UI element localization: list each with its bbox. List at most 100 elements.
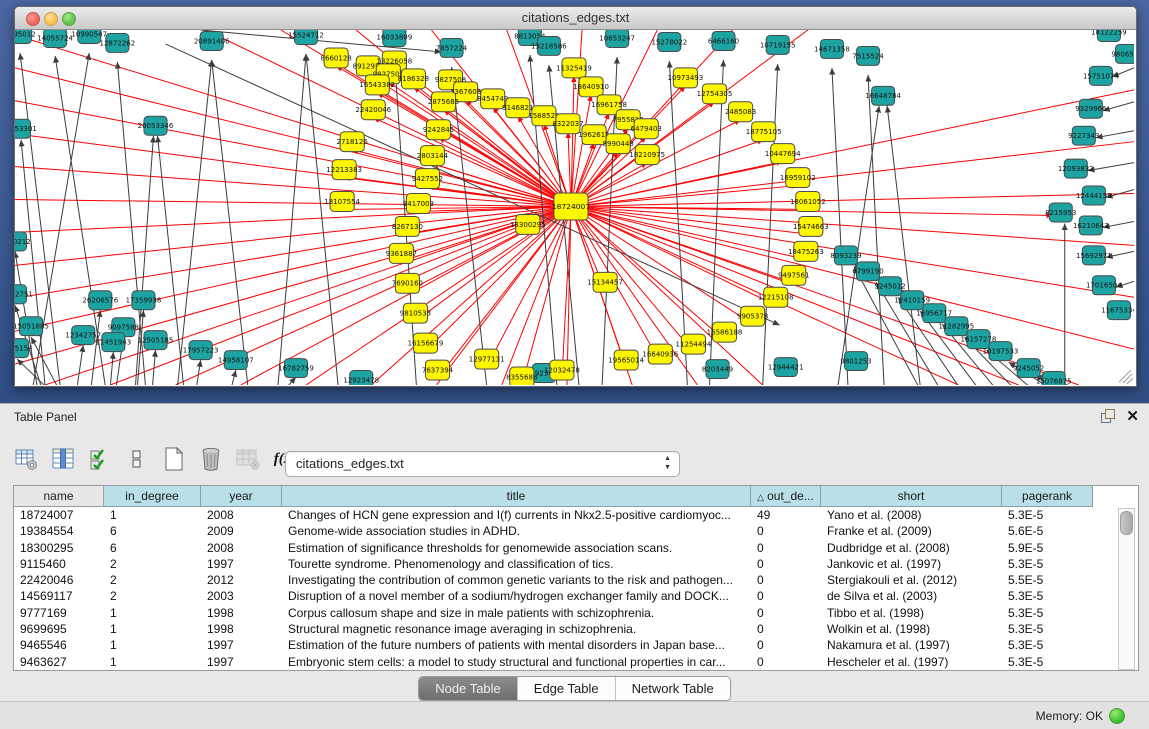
table-row[interactable]: 1938455462009Genome-wide association stu… (14, 523, 1138, 539)
graph-node[interactable]: 18061052 (790, 192, 826, 212)
cell-title[interactable]: Genome-wide association studies in ADHD. (282, 523, 751, 539)
show-columns-icon[interactable] (49, 445, 77, 473)
cell-pagerank[interactable]: 5.3E-5 (1002, 605, 1093, 621)
cell-short[interactable]: Yano et al. (2008) (821, 507, 1002, 523)
edge[interactable] (1103, 102, 1134, 111)
graph-node[interactable]: 2875685 (428, 92, 459, 112)
edge[interactable] (401, 207, 571, 262)
cell-pagerank[interactable]: 5.9E-5 (1002, 540, 1093, 556)
graph-node[interactable]: 26206576 (82, 291, 118, 310)
graph-node[interactable]: 14055724 (37, 30, 73, 47)
graph-node[interactable]: 9227343 (1068, 126, 1099, 145)
tab-edge-table[interactable]: Edge Table (518, 677, 616, 700)
row-height-icon[interactable] (123, 445, 151, 473)
table-row[interactable]: 969969511998Structural magnetic resonanc… (14, 621, 1138, 637)
cell-out_de[interactable]: 0 (751, 588, 821, 604)
table-scrollbar[interactable] (1118, 508, 1135, 670)
cell-in_degree[interactable]: 6 (104, 523, 201, 539)
graph-node[interactable]: 17016504 (1086, 276, 1122, 295)
graph-node[interactable]: 12977131 (469, 349, 505, 369)
graph-node[interactable]: 10653247 (599, 30, 635, 47)
resize-grip-icon[interactable] (1119, 370, 1133, 384)
cell-in_degree[interactable]: 1 (104, 654, 201, 670)
graph-node[interactable]: 8093239 (830, 246, 861, 265)
cell-out_de[interactable]: 0 (751, 605, 821, 621)
cell-out_de[interactable]: 0 (751, 540, 821, 556)
graph-node[interactable]: 12754305 (697, 84, 733, 104)
cell-title[interactable]: Embryonic stem cells: a model to study s… (282, 654, 751, 670)
cell-name[interactable]: 9465546 (14, 637, 104, 653)
cell-out_de[interactable]: 0 (751, 523, 821, 539)
graph-node[interactable]: 16033809 (376, 30, 412, 46)
cell-short[interactable]: Nakamura et al. (1997) (821, 637, 1002, 653)
column-header-out_de[interactable]: △out_de... (751, 486, 821, 507)
graph-node[interactable]: 15751074 (1083, 66, 1119, 85)
graph-node[interactable]: 11675334 (1101, 301, 1134, 320)
edge[interactable] (17, 359, 45, 385)
cell-in_degree[interactable]: 1 (104, 507, 201, 523)
table-row[interactable]: 946554611997Estimation of the future num… (14, 637, 1138, 653)
graph-node[interactable]: 14671358 (814, 39, 850, 58)
edge[interactable] (571, 207, 1134, 350)
edge[interactable] (15, 101, 571, 207)
graph-node[interactable]: 18475263 (788, 241, 824, 261)
cell-year[interactable]: 2009 (201, 523, 282, 539)
graph-node[interactable]: 14958107 (218, 351, 254, 370)
cell-out_de[interactable]: 49 (751, 507, 821, 523)
edge[interactable] (15, 207, 571, 332)
graph-node[interactable]: 17957223 (183, 341, 219, 360)
graph-node[interactable]: 16640936 (642, 344, 678, 364)
graph-node[interactable]: 15134457 (587, 272, 623, 292)
graph-node[interactable]: 15524712 (288, 30, 324, 44)
cell-pagerank[interactable]: 5.3E-5 (1002, 621, 1093, 637)
cell-pagerank[interactable]: 5.3E-5 (1002, 654, 1093, 670)
graph-node[interactable]: 15076875 (1036, 372, 1072, 385)
cell-pagerank[interactable]: 5.6E-5 (1002, 523, 1093, 539)
delete-table-icon[interactable] (197, 445, 225, 473)
cell-year[interactable]: 1997 (201, 654, 282, 670)
graph-node[interactable]: 15692971 (1076, 246, 1112, 265)
cell-name[interactable]: 9115460 (14, 556, 104, 572)
graph-node[interactable]: 9495012 (15, 30, 36, 43)
column-header-short[interactable]: short (821, 486, 1002, 507)
column-header-pagerank[interactable]: pagerank (1002, 486, 1093, 507)
cell-short[interactable]: Jankovic et al. (1997) (821, 556, 1002, 572)
graph-node[interactable]: 9505154 (15, 339, 33, 358)
table-row[interactable]: 2242004622012Investigating the contribut… (14, 572, 1138, 588)
graph-node[interactable]: 2485083 (725, 102, 756, 122)
graph-node[interactable]: 20553301 (15, 119, 37, 138)
graph-node[interactable]: 18122259 (1091, 30, 1127, 41)
cell-year[interactable]: 2008 (201, 540, 282, 556)
delete-column-icon[interactable] (234, 445, 262, 473)
cell-year[interactable]: 1997 (201, 556, 282, 572)
graph-node[interactable]: 8660128 (321, 48, 352, 68)
network-window-titlebar[interactable]: citations_edges.txt (15, 7, 1136, 30)
graph-node[interactable]: 8186328 (398, 69, 429, 89)
edge[interactable] (425, 207, 571, 352)
cell-name[interactable]: 14569117 (14, 588, 104, 604)
cell-short[interactable]: Wolkin et al. (1998) (821, 621, 1002, 637)
graph-node[interactable]: 11325419 (556, 58, 592, 78)
graph-node[interactable]: 7690160 (392, 273, 423, 293)
cell-name[interactable]: 22420046 (14, 572, 104, 588)
graph-node[interactable]: 12342751 (15, 285, 33, 304)
graph-node[interactable]: 8215953 (1045, 203, 1076, 222)
cell-title[interactable]: Estimation of the future numbers of pati… (282, 637, 751, 653)
cell-name[interactable]: 9699695 (14, 621, 104, 637)
cell-in_degree[interactable]: 1 (104, 605, 201, 621)
cell-year[interactable]: 1998 (201, 605, 282, 621)
graph-node[interactable]: 9242845 (423, 120, 454, 140)
graph-node[interactable]: 15278022 (651, 32, 687, 51)
edge[interactable] (110, 352, 113, 385)
table-row[interactable]: 1456911722003Disruption of a novel membe… (14, 588, 1138, 604)
tab-network-table[interactable]: Network Table (616, 677, 730, 700)
network-canvas[interactable]: 9495012140557241099054712872262208914061… (15, 30, 1134, 385)
table-row[interactable]: 1830029562008Estimation of significance … (14, 540, 1138, 556)
edge[interactable] (887, 106, 920, 385)
graph-node[interactable]: 12944421 (768, 358, 804, 377)
graph-node[interactable]: 6466160 (708, 31, 739, 50)
graph-node[interactable]: 20053346 (138, 116, 174, 135)
edge[interactable] (562, 207, 571, 379)
graph-node[interactable]: 12444158 (1076, 186, 1112, 205)
cell-pagerank[interactable]: 5.3E-5 (1002, 556, 1093, 572)
